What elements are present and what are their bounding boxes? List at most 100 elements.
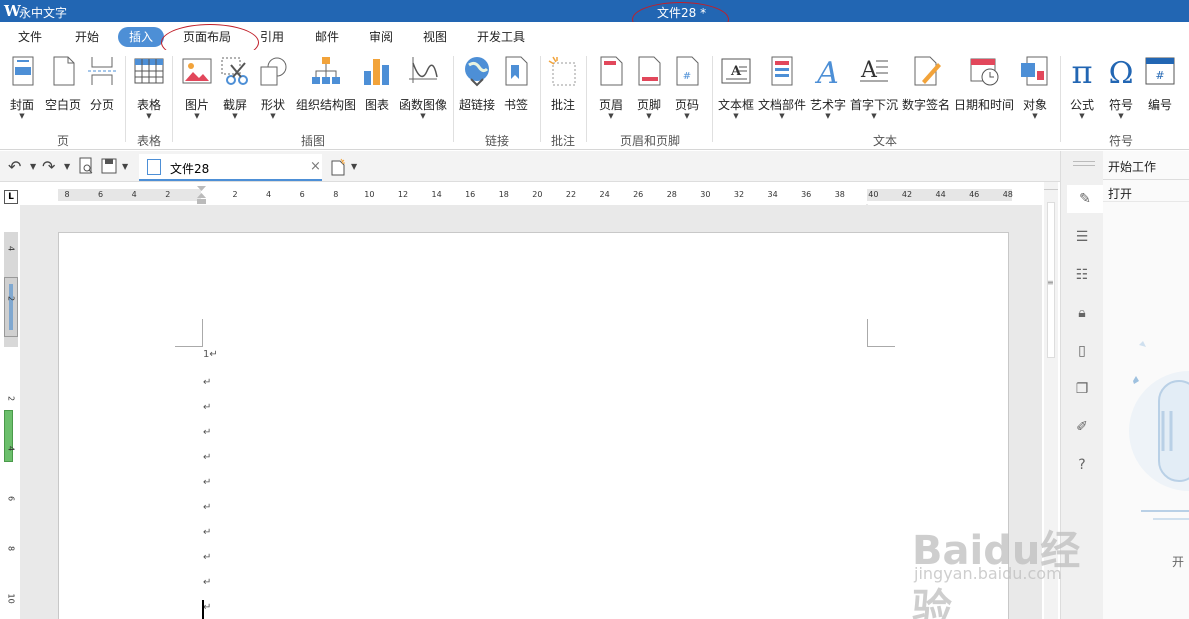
pane-collapse-handle[interactable] [1073, 161, 1095, 166]
paragraph-mark[interactable]: ↵ [203, 452, 211, 463]
close-tab-icon[interactable]: × [310, 159, 321, 174]
help-icon[interactable]: ? [1074, 457, 1090, 473]
textbox-button[interactable]: A 文本框 ▼ [717, 55, 755, 121]
tab-review[interactable]: 审阅 [363, 27, 399, 47]
tab-file[interactable]: 文件 [12, 27, 48, 47]
settings-sliders-icon[interactable]: ☰ [1074, 229, 1090, 245]
date-time-button[interactable]: 日期和时间 [953, 55, 1015, 121]
numbering-button[interactable]: # 编号 [1142, 55, 1178, 121]
digital-signature-button[interactable]: 数字签名 [901, 55, 951, 121]
right-indent-marker-icon[interactable] [863, 195, 871, 210]
tab-stop-selector[interactable]: L [4, 190, 18, 204]
drop-cap-button[interactable]: A 首字下沉 ▼ [849, 55, 899, 121]
redo-dropdown-icon[interactable]: ▼ [64, 157, 70, 177]
symbol-button[interactable]: Ω 符号 ▼ [1104, 55, 1138, 121]
screenshot-button[interactable]: 截屏 ▼ [218, 55, 252, 121]
new-document-dropdown-icon[interactable]: ▼ [351, 157, 357, 177]
footer-icon [638, 56, 661, 86]
wordart-button[interactable]: A 艺术字 ▼ [809, 55, 847, 121]
hyperlink-button[interactable]: 超链接 [457, 55, 497, 121]
formula-button[interactable]: π 公式 ▼ [1065, 55, 1099, 121]
blank-page-icon [53, 56, 75, 86]
document-parts-button[interactable]: 文档部件 ▼ [757, 55, 807, 121]
object-button[interactable]: 对象 ▼ [1018, 55, 1052, 121]
ruler-position-marker [4, 410, 13, 462]
tab-insert[interactable]: 插入 [118, 27, 164, 47]
ruler-tick-label: 10 [6, 593, 16, 604]
cover-button[interactable]: 封面 ▼ [4, 55, 40, 121]
indent-marker-icon[interactable] [197, 186, 206, 204]
note-edit-icon[interactable]: ✐ [1074, 419, 1090, 435]
microphone-illustration [1129, 341, 1189, 520]
paragraph-mark[interactable]: ↵ [203, 402, 211, 413]
app-name: 永中文字 [19, 6, 68, 20]
paragraph-mark[interactable]: ↵ [203, 552, 211, 563]
comment-button[interactable]: 批注 [546, 55, 580, 121]
page-number-button[interactable]: # 页码 ▼ [670, 55, 704, 121]
paragraph-mark[interactable]: ↵ [203, 427, 211, 438]
document-page[interactable]: 1↵ ↵ ↵ ↵ ↵ ↵ ↵ ↵ ↵ ↵ ↵ [58, 232, 1009, 619]
lock-icon[interactable]: 🔒︎ [1074, 305, 1090, 321]
comment-icon [548, 56, 576, 86]
structure-tree-icon[interactable]: ☷ [1074, 267, 1090, 283]
ruler-tick-label: 2 [6, 395, 16, 402]
clipboard-icon[interactable]: ▯ [1074, 343, 1090, 359]
tab-view[interactable]: 视图 [417, 27, 453, 47]
ruler-tick-label: 4 [266, 190, 272, 199]
shapes-button[interactable]: 形状 ▼ [256, 55, 290, 121]
table-button[interactable]: 表格 ▼ [131, 55, 167, 121]
page-break-button[interactable]: 分页 [85, 55, 119, 121]
group-label-header-footer: 页眉和页脚 [619, 134, 680, 148]
paragraph-mark[interactable]: ↵ [203, 527, 211, 538]
vertical-ruler[interactable]: 4 2 2 4 6 8 10 [4, 232, 18, 619]
function-graph-button[interactable]: 函数图像 ▼ [398, 55, 448, 121]
document-canvas[interactable]: 1↵ ↵ ↵ ↵ ↵ ↵ ↵ ↵ ↵ ↵ ↵ [20, 205, 1042, 619]
paragraph-mark[interactable]: ↵ [203, 377, 211, 388]
ruler-tick-label: 4 [6, 445, 16, 452]
ruler-tick-label: 42 [901, 190, 913, 199]
picture-button[interactable]: 图片 ▼ [180, 55, 214, 121]
ruler-tick-label: 44 [935, 190, 946, 199]
header-icon [600, 56, 623, 86]
ruler-tick-label: 26 [633, 190, 644, 199]
paragraph-mark[interactable]: ↵ [203, 577, 211, 588]
chart-button[interactable]: 图表 [360, 55, 394, 121]
footer-button[interactable]: 页脚 ▼ [632, 55, 666, 121]
save-icon[interactable] [101, 157, 117, 175]
copy-documents-icon[interactable]: ❐ [1074, 381, 1090, 397]
bookmark-button[interactable]: 书签 [500, 55, 532, 121]
tab-developer[interactable]: 开发工具 [472, 27, 530, 47]
ruler-tick-label: 16 [465, 190, 476, 199]
header-button[interactable]: 页眉 ▼ [594, 55, 628, 121]
ruler-tick-label: 48 [1002, 190, 1013, 199]
ruler-tick-label: 4 [131, 190, 137, 199]
redo-icon[interactable]: ↷ [42, 157, 55, 177]
omega-symbol-icon: Ω [1109, 56, 1134, 87]
tab-references[interactable]: 引用 [254, 27, 290, 47]
horizontal-ruler[interactable]: 8 6 4 2 2 4 6 8 10 12 14 16 18 20 22 24 26 28 30 32 34 36 38 40… [58, 186, 1013, 210]
undo-dropdown-icon[interactable]: ▼ [30, 157, 36, 177]
quick-access-bar: ↶ ▼ ↷ ▼ ▼ 文件28 × ▼ [0, 151, 1060, 182]
print-preview-icon[interactable] [78, 157, 94, 175]
group-label-illustrations: 插图 [300, 134, 325, 148]
blank-page-button[interactable]: 空白页 [43, 55, 83, 121]
customize-toolbar-icon[interactable]: ▼ [122, 157, 128, 177]
new-document-icon[interactable] [330, 158, 346, 176]
edit-pen-icon[interactable]: ✎ [1067, 185, 1103, 213]
ruler-scroll-marker [4, 277, 18, 337]
scroll-up-arrow-icon[interactable] [1044, 182, 1058, 190]
open-link[interactable]: 打开 [1108, 185, 1132, 202]
paragraph-mark[interactable]: ↵ [203, 602, 211, 613]
ruler-tick-label: 32 [733, 190, 745, 199]
org-chart-button[interactable]: 组织结构图 [295, 55, 357, 121]
paragraph-mark[interactable]: ↵ [203, 502, 211, 513]
document-tab[interactable]: 文件28 × [139, 154, 322, 181]
first-paragraph[interactable]: 1↵ [203, 349, 218, 360]
table-icon [134, 58, 164, 84]
ruler-tick-label: 8 [6, 545, 16, 552]
ruler-tick-label: 4 [6, 245, 16, 252]
paragraph-mark[interactable]: ↵ [203, 477, 211, 488]
undo-icon[interactable]: ↶ [8, 157, 21, 177]
tab-home[interactable]: 开始 [69, 27, 105, 47]
tab-mailings[interactable]: 邮件 [309, 27, 345, 47]
